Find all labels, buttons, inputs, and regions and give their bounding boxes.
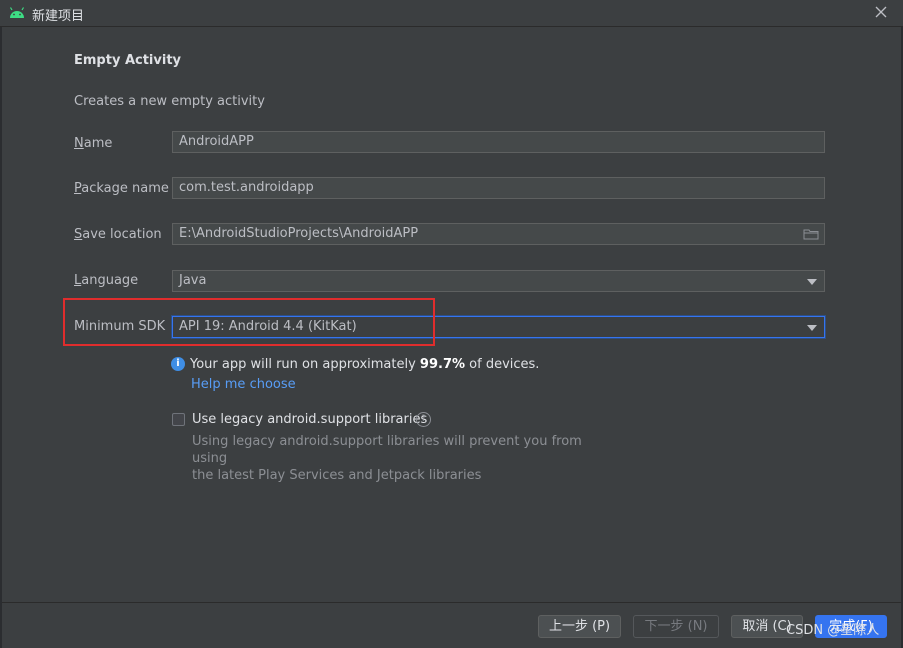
name-label: Name xyxy=(74,136,113,151)
package-name-label: Package name xyxy=(74,181,169,196)
watermark-text: CSDN @星際人 xyxy=(786,623,880,638)
legacy-support-description: Using legacy android.support libraries w… xyxy=(192,434,582,483)
language-dropdown[interactable]: Java xyxy=(172,270,825,292)
title-bar: 新建项目 xyxy=(0,0,903,27)
help-icon[interactable]: ? xyxy=(416,412,431,427)
device-coverage-text: Your app will run on approximately 99.7%… xyxy=(190,357,540,372)
legacy-support-checkbox[interactable] xyxy=(172,413,185,426)
template-heading: Empty Activity xyxy=(74,53,182,68)
language-value: Java xyxy=(179,273,207,288)
android-icon xyxy=(9,7,25,18)
chevron-down-icon xyxy=(807,325,817,331)
coverage-percent: 99.7% xyxy=(419,357,466,372)
help-me-choose-link[interactable]: Help me choose xyxy=(191,377,296,392)
previous-button[interactable]: 上一步 (P) xyxy=(538,615,621,638)
highlight-annotation-box xyxy=(63,298,435,346)
save-location-value: E:\AndroidStudioProjects\AndroidAPP xyxy=(179,226,419,241)
package-name-field[interactable]: com.test.androidapp xyxy=(172,177,825,199)
folder-icon[interactable] xyxy=(803,227,819,241)
next-button[interactable]: 下一步 (N) xyxy=(633,615,719,638)
legacy-support-label[interactable]: Use legacy android.support libraries xyxy=(192,412,427,427)
save-location-field[interactable]: E:\AndroidStudioProjects\AndroidAPP xyxy=(172,223,825,245)
dialog-footer: 上一步 (P) 下一步 (N) 取消 (C) 完成(F) xyxy=(2,602,901,648)
save-location-label: Save location xyxy=(74,227,162,242)
window-title: 新建项目 xyxy=(32,9,85,24)
package-name-value: com.test.androidapp xyxy=(179,180,314,195)
name-field[interactable]: AndroidAPP xyxy=(172,131,825,153)
close-icon[interactable] xyxy=(873,4,889,20)
language-label: Language xyxy=(74,273,139,288)
name-value: AndroidAPP xyxy=(179,134,254,149)
chevron-down-icon xyxy=(807,279,817,285)
info-icon: i xyxy=(171,357,185,371)
template-description: Creates a new empty activity xyxy=(74,94,265,109)
